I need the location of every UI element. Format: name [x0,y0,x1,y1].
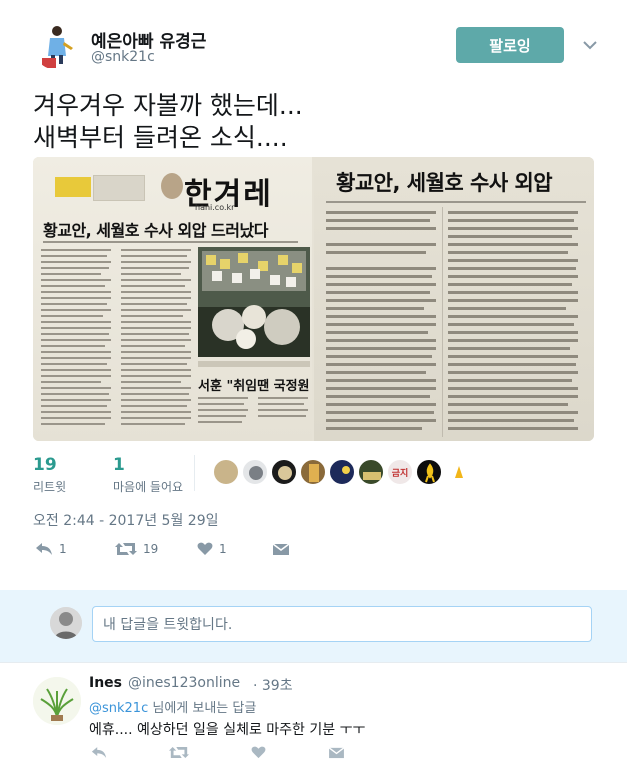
retweet-label: 리트윗 [33,480,67,494]
heart-icon [197,542,213,555]
like-stat[interactable]: 1 마음에 들어요 [113,455,183,495]
reply-author-avatar[interactable] [33,677,81,725]
current-user-avatar[interactable] [50,607,82,639]
direct-message-icon [329,747,344,759]
reply-author-handle[interactable]: @ines123online [128,675,240,691]
author-avatar[interactable] [33,22,81,70]
liker-avatar[interactable] [329,459,355,485]
reply-to-mention[interactable]: @snk21c [89,701,148,716]
tweet-media[interactable]: 한겨레 hani.co.kr 황교안, 세월호 수사 외압 드러났다 서훈 "취… [33,157,594,441]
liker-avatar[interactable]: 금지 [387,459,413,485]
reply-text: 에휴.... 예상하던 일을 실체로 마주한 기분 ㅜㅜ [89,722,366,738]
newspaper-photo-left[interactable]: 한겨레 hani.co.kr 황교안, 세월호 수사 외압 드러났다 서훈 "취… [33,157,312,441]
stats-divider [194,455,195,491]
reply-icon [36,543,52,555]
retweet-icon [169,747,189,758]
reply-icon [91,747,107,758]
direct-message-icon [273,543,289,555]
like-action-count: 1 [219,542,227,556]
liker-badge-text: 금지 [391,468,409,479]
liker-avatar[interactable] [358,459,384,485]
tweet-text-line: 새벽부터 들려온 소식.... [33,123,288,152]
newspaper-photo-right[interactable]: 황교안, 세월호 수사 외압 [314,157,594,441]
author-handle[interactable]: @snk21c [91,49,155,65]
liker-avatar[interactable] [445,459,471,485]
tweet-text-line: 겨우겨우 자볼까 했는데... [33,91,303,120]
like-count: 1 [113,455,125,475]
tweet-timestamp[interactable]: 오전 2:44 - 2017년 5월 29일 [33,510,219,530]
retweet-icon [115,543,137,555]
reply-count: 1 [59,542,67,556]
reply-compose: 내 답글을 트윗합니다. [0,590,627,662]
retweet-stat[interactable]: 19 리트윗 [33,455,66,495]
newspaper-domain: hani.co.kr [195,203,235,212]
liker-avatar[interactable] [242,459,268,485]
reply-tweet[interactable]: Ines @ines123online · 39초 @snk21c 님에게 보내… [0,662,627,776]
character-icon [161,173,183,199]
reply-retweet-action[interactable] [169,746,189,759]
reply-message-action[interactable] [329,746,344,759]
heart-icon [251,746,266,759]
reply-placeholder: 내 답글을 트윗합니다. [103,617,233,633]
liker-avatar[interactable] [416,459,442,485]
like-action[interactable]: 1 [197,542,227,556]
following-button[interactable]: 팔로잉 [456,27,564,63]
memorial-photo [198,247,310,357]
retweet-action-count: 19 [143,542,159,556]
liker-avatar[interactable] [300,459,326,485]
badge-icon [55,177,91,197]
reply-author-name[interactable]: Ines [89,675,122,691]
liker-avatar[interactable] [271,459,297,485]
reply-time[interactable]: · 39초 [253,675,293,695]
like-label: 마음에 들어요 [113,480,184,494]
reply-like-action[interactable] [251,746,266,759]
reply-to-suffix: 님에게 보내는 답글 [148,701,257,716]
reply-to-line: @snk21c 님에게 보내는 답글 [89,697,256,716]
newspaper-headline-zoom: 황교안, 세월호 수사 외압 [336,171,553,195]
retweet-count: 19 [33,455,57,475]
retweet-action[interactable]: 19 [115,542,158,556]
chevron-down-icon[interactable] [579,34,601,56]
tweet-header: 예은아빠 유경근 @snk21c 팔로잉 [33,18,603,74]
message-action[interactable] [273,542,289,556]
newspaper-subheadline: 서훈 "취임땐 국정원 댓글 [198,379,312,394]
reply-input[interactable]: 내 답글을 트윗합니다. [92,606,592,642]
tweet-text: 겨우겨우 자볼까 했는데... 새벽부터 들려온 소식.... [33,90,603,154]
reply-action[interactable]: 1 [35,542,67,556]
liker-avatar[interactable] [213,459,239,485]
reply-reply-action[interactable] [91,746,107,759]
newspaper-headline: 황교안, 세월호 수사 외압 드러났다 [43,221,268,240]
